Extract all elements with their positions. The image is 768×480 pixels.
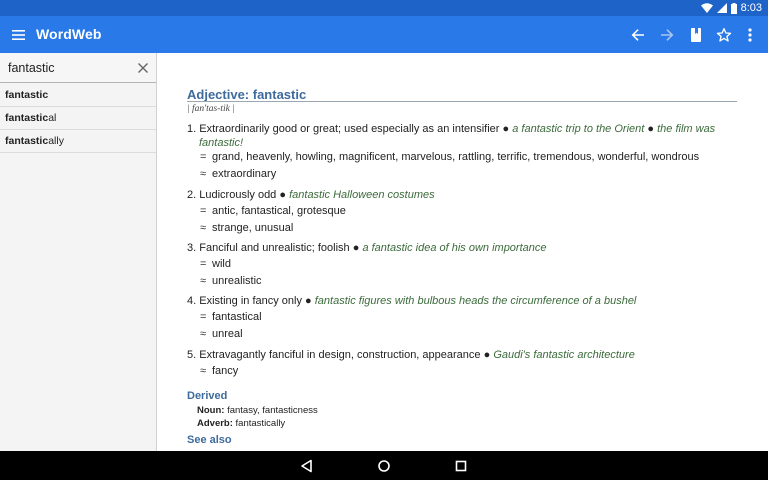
status-time: 8:03	[740, 2, 762, 14]
usage-example: the film was	[657, 123, 716, 135]
entry-heading: Adjective: fantastic	[187, 87, 307, 102]
synonyms: = wild	[200, 257, 231, 271]
arrow-back-icon[interactable]	[627, 24, 649, 46]
status-icons: 8:03	[700, 1, 762, 15]
menu-icon[interactable]	[9, 25, 29, 45]
sense-2: 2. Ludicrously odd ● fantastic Halloween…	[187, 188, 747, 202]
similar-list[interactable]: unrealistic	[212, 275, 262, 287]
sense-1: 1. Extraordinarily good or great; used e…	[187, 122, 747, 150]
noun-label: Noun:	[197, 405, 225, 416]
sense-number: 1.	[187, 123, 197, 135]
sense-3: 3. Fanciful and unrealistic; foolish ● a…	[187, 241, 747, 255]
noun-forms[interactable]: fantasy, fantasticness	[227, 405, 318, 416]
derived-heading: Derived	[187, 390, 228, 402]
syn-symbol: =	[200, 205, 207, 217]
usage-example: a fantastic idea of his own importance	[362, 242, 547, 254]
sim-symbol: ≈	[200, 365, 207, 377]
nav-back-icon[interactable]	[299, 458, 315, 474]
sense-definition: Fanciful and unrealistic; foolish	[199, 242, 350, 254]
signal-icon	[716, 3, 727, 13]
similar-list[interactable]: strange, unusual	[212, 222, 293, 234]
list-item[interactable]: fantastical	[0, 107, 156, 130]
syn-symbol: =	[200, 258, 207, 270]
similar-list[interactable]: unreal	[212, 328, 243, 340]
sense-definition: Ludicrously odd	[199, 189, 277, 201]
synonym-list[interactable]: antic, fantastical, grotesque	[212, 205, 346, 217]
nav-recents-icon[interactable]	[453, 458, 469, 474]
similar: ≈ fancy	[200, 364, 238, 378]
synonyms: = fantastical	[200, 310, 262, 324]
synonym-list[interactable]: fantastical	[212, 311, 262, 323]
battery-icon	[730, 2, 737, 14]
usage-example: fantastic figures with bulbous heads the…	[314, 295, 637, 307]
bullet: ●	[352, 242, 360, 254]
status-bar: 8:03	[0, 0, 768, 16]
word-list: fantastic fantastical fantastically	[0, 84, 156, 153]
usage-example: fantastic Halloween costumes	[289, 189, 435, 201]
sense-definition: Existing in fancy only	[199, 295, 302, 307]
usage-example: a fantastic trip to the Orient	[512, 123, 645, 135]
sense-definition: Extraordinarily good or great; used espe…	[199, 123, 500, 135]
definition-panel: Adjective: fantastic | fan'tas-tik | 1. …	[158, 53, 768, 451]
list-item[interactable]: fantastic	[0, 84, 156, 107]
derived-noun: Noun: fantasy, fantasticness	[197, 405, 318, 416]
similar: ≈ strange, unusual	[200, 221, 293, 235]
word-match: fantastic	[5, 112, 49, 124]
heading-divider	[187, 101, 737, 102]
synonym-list[interactable]: wild	[212, 258, 231, 270]
bullet: ●	[305, 295, 312, 307]
derived-adverb: Adverb: fantastically	[197, 418, 285, 429]
syn-symbol: =	[200, 151, 207, 163]
synonym-list[interactable]: grand, heavenly, howling, magnificent, m…	[212, 151, 699, 163]
similar-list[interactable]: fancy	[212, 365, 238, 377]
search-input[interactable]	[8, 58, 133, 78]
sense-number: 3.	[187, 242, 197, 254]
bullet: ●	[483, 349, 491, 361]
syn-symbol: =	[200, 311, 207, 323]
sense-definition: Extravagantly fanciful in design, constr…	[199, 349, 481, 361]
app-title: WordWeb	[36, 26, 102, 42]
synonyms: = grand, heavenly, howling, magnificent, …	[200, 150, 699, 164]
similar: ≈ extraordinary	[200, 167, 276, 181]
bullet: ●	[279, 189, 287, 201]
wifi-icon	[700, 3, 713, 13]
search-box	[0, 53, 156, 83]
sense-5: 5. Extravagantly fanciful in design, con…	[187, 348, 747, 362]
sim-symbol: ≈	[200, 328, 207, 340]
similar-list[interactable]: extraordinary	[212, 168, 276, 180]
word-match: fantastic	[5, 89, 49, 101]
star-icon[interactable]	[713, 24, 735, 46]
list-item[interactable]: fantastically	[0, 130, 156, 153]
sense-4: 4. Existing in fancy only ● fantastic fi…	[187, 294, 747, 308]
system-nav-bar	[0, 451, 768, 480]
word-rest: al	[48, 112, 57, 124]
sim-symbol: ≈	[200, 222, 207, 234]
bookmark-icon[interactable]	[685, 24, 707, 46]
usage-example-cont: fantastic!	[199, 137, 244, 149]
sim-symbol: ≈	[200, 275, 207, 287]
app-bar: WordWeb	[0, 16, 768, 53]
usage-example: Gaudi's fantastic architecture	[493, 349, 635, 361]
more-vert-icon[interactable]	[739, 24, 761, 46]
adverb-label: Adverb:	[197, 418, 233, 429]
bullet: ●	[502, 123, 510, 135]
close-icon[interactable]	[136, 61, 150, 75]
word-rest: ally	[48, 135, 64, 147]
sidebar: fantastic fantastical fantastically	[0, 53, 157, 451]
synonyms: = antic, fantastical, grotesque	[200, 204, 346, 218]
see-also-heading: See also	[187, 434, 232, 446]
adverb-forms[interactable]: fantastically	[236, 418, 286, 429]
word-match: fantastic	[5, 135, 49, 147]
sense-number: 5.	[187, 349, 197, 361]
similar: ≈ unrealistic	[200, 274, 262, 288]
arrow-forward-icon[interactable]	[656, 24, 678, 46]
sense-number: 4.	[187, 295, 197, 307]
pronunciation: | fan'tas-tik |	[187, 104, 235, 114]
bullet: ●	[647, 123, 655, 135]
sim-symbol: ≈	[200, 168, 207, 180]
similar: ≈ unreal	[200, 327, 243, 341]
nav-home-icon[interactable]	[376, 458, 392, 474]
sense-number: 2.	[187, 189, 197, 201]
